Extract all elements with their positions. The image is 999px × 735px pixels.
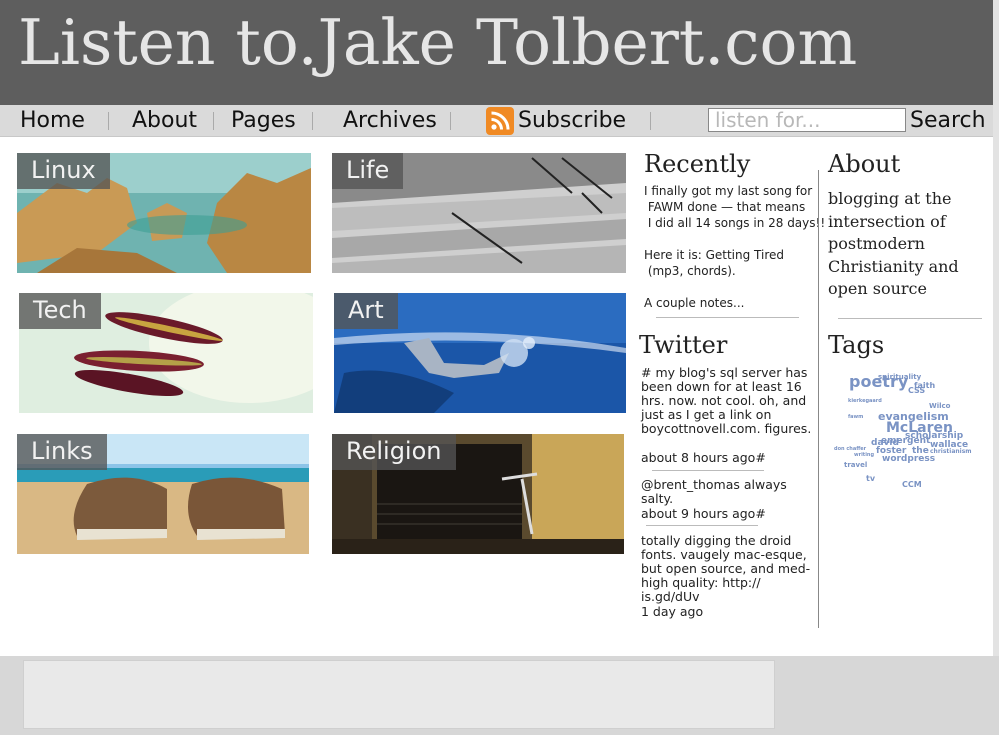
divider <box>652 470 764 471</box>
twitter-heading: Twitter <box>639 331 728 359</box>
nav-pages-link[interactable]: Pages <box>231 105 296 137</box>
nav-separator <box>450 112 451 130</box>
tag-link[interactable]: travel <box>844 462 867 469</box>
tweet-text: # my blog's sql server has been down for… <box>641 365 812 436</box>
search-button[interactable]: Search <box>910 105 986 137</box>
tag-link[interactable]: CSS <box>908 387 925 395</box>
about-heading: About <box>828 150 901 178</box>
nav-subscribe-link[interactable]: Subscribe <box>518 105 626 137</box>
category-tile-linux[interactable]: Linux <box>17 153 311 273</box>
nav-separator <box>108 112 109 130</box>
tweet-time-link[interactable]: about 8 hours ago# <box>641 450 766 465</box>
tag-link[interactable]: tv <box>866 475 875 483</box>
divider <box>656 317 799 318</box>
category-tile-life[interactable]: Life <box>332 153 626 273</box>
site-title[interactable]: Listen to.Jake Tolbert.com <box>18 6 857 79</box>
nav-separator <box>312 112 313 130</box>
tile-label: Linux <box>17 153 110 189</box>
tile-label: Tech <box>19 293 101 329</box>
divider <box>838 318 982 319</box>
recent-post-text: FAWM done — that means <box>644 200 806 214</box>
tag-cloud: poetry spirituality faith CSS kierkegaar… <box>832 370 982 490</box>
tag-link[interactable]: writing <box>854 453 874 458</box>
nav-separator <box>213 112 214 130</box>
tile-label: Life <box>332 153 404 189</box>
tag-link[interactable]: emergent <box>881 437 930 446</box>
tags-heading: Tags <box>828 331 885 359</box>
category-tile-tech[interactable]: Tech <box>19 293 313 413</box>
column-divider <box>818 170 819 628</box>
footer-panel <box>23 660 775 729</box>
tile-label: Art <box>334 293 398 329</box>
category-tile-religion[interactable]: Religion <box>332 434 624 554</box>
recent-post-text: I did all 14 songs in 28 days!! <box>644 216 826 230</box>
tag-link[interactable]: CCM <box>902 481 922 489</box>
site-header: Listen to.Jake Tolbert.com <box>0 0 993 105</box>
nav-archives-link[interactable]: Archives <box>343 105 437 137</box>
tweet-time-link[interactable]: 1 day ago <box>641 604 703 619</box>
tag-link[interactable]: fawm <box>848 415 863 420</box>
tile-label: Religion <box>332 434 456 470</box>
recently-heading: Recently <box>644 150 751 178</box>
tag-link[interactable]: spirituality <box>878 374 921 381</box>
nav-separator <box>650 112 651 130</box>
tweet-time-link[interactable]: about 9 hours ago# <box>641 506 766 521</box>
recent-post-text[interactable]: (mp3, chords). <box>644 264 736 278</box>
category-tile-art[interactable]: Art <box>334 293 626 413</box>
tile-label: Links <box>17 434 107 470</box>
nav-about-link[interactable]: About <box>132 105 197 137</box>
tweet-text: @brent_thomas always salty. <box>641 477 787 506</box>
tag-link[interactable]: christianism <box>930 449 972 455</box>
recent-post-link[interactable]: Here it is: Getting Tired <box>644 248 784 262</box>
recent-more-link[interactable]: A couple notes... <box>644 296 744 310</box>
search-input[interactable] <box>708 108 906 132</box>
rss-icon[interactable] <box>486 107 514 135</box>
nav-home-link[interactable]: Home <box>20 105 85 137</box>
recent-post-text: I finally got my last song for <box>644 184 813 198</box>
tweet-text: totally digging the droid fonts. vaugely… <box>641 533 811 604</box>
tag-link[interactable]: wordpress <box>882 455 935 464</box>
page-edge <box>993 0 999 656</box>
divider <box>646 525 758 526</box>
category-tile-links[interactable]: Links <box>17 434 309 554</box>
about-text: blogging at the intersection of postmode… <box>828 189 959 299</box>
tag-link[interactable]: kierkegaard <box>848 399 882 404</box>
tag-link[interactable]: Wilco <box>929 403 950 410</box>
